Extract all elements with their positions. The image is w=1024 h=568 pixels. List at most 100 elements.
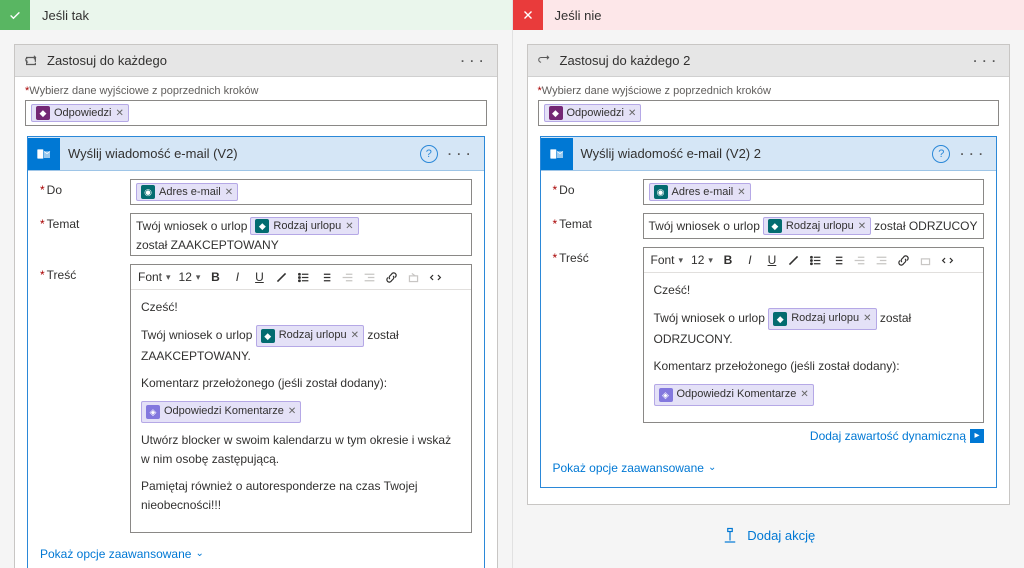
show-advanced[interactable]: Pokaż opcje zaawansowane ⌄ bbox=[40, 541, 472, 565]
dynamic-content[interactable]: Dodaj zawartość dynamiczną ▸ bbox=[643, 423, 985, 447]
bullets-button[interactable] bbox=[294, 268, 312, 286]
apply-to-each-card: Zastosuj do każdego · · · *Wybierz dane … bbox=[14, 44, 498, 568]
send-email-header[interactable]: Wyślij wiadomość e-mail (V2) ? · · · bbox=[28, 137, 484, 171]
send-email-header[interactable]: Wyślij wiadomość e-mail (V2) 2 ? · · · bbox=[541, 137, 997, 171]
subject-input[interactable]: Twój wniosek o urlop ◆ Rodzaj urlopu ✕ z… bbox=[130, 213, 472, 256]
token-email[interactable]: ◉ Adres e-mail ✕ bbox=[649, 183, 751, 201]
color-button[interactable] bbox=[785, 251, 803, 269]
clear-button[interactable] bbox=[404, 268, 422, 286]
token-leave-type[interactable]: ◆ Rodzaj urlopu ✕ bbox=[256, 325, 364, 347]
bold-button[interactable]: B bbox=[206, 268, 224, 286]
token-leave-type[interactable]: ◆ Rodzaj urlopu ✕ bbox=[250, 217, 358, 235]
outlook-icon bbox=[541, 138, 573, 170]
to-label: *Do bbox=[553, 179, 643, 197]
forms-icon: ◆ bbox=[773, 312, 787, 326]
more-menu[interactable]: · · · bbox=[444, 143, 476, 165]
subject-label: *Temat bbox=[553, 213, 643, 231]
subject-input[interactable]: Twój wniosek o urlop ◆ Rodzaj urlopu ✕ z… bbox=[643, 213, 985, 239]
branch-yes-header: Jeśli tak bbox=[0, 0, 512, 30]
underline-button[interactable]: U bbox=[250, 268, 268, 286]
send-email-title: Wyślij wiadomość e-mail (V2) bbox=[68, 146, 420, 161]
prevsteps-input[interactable]: ◆ Odpowiedzi ✕ bbox=[538, 100, 1000, 126]
send-email-card: Wyślij wiadomość e-mail (V2) ? · · · *Do bbox=[27, 136, 485, 568]
clear-button[interactable] bbox=[917, 251, 935, 269]
indent-button[interactable] bbox=[873, 251, 891, 269]
dynamic-icon: ▸ bbox=[970, 429, 984, 443]
token-remove[interactable]: ✕ bbox=[863, 311, 871, 327]
font-select[interactable]: Font bbox=[136, 269, 173, 285]
branch-yes: Jeśli tak Zastosuj do każdego · · · *Wyb… bbox=[0, 0, 513, 568]
code-button[interactable] bbox=[939, 251, 957, 269]
apply-to-each-card: Zastosuj do każdego 2 · · · *Wybierz dan… bbox=[527, 44, 1011, 505]
show-advanced[interactable]: Pokaż opcje zaawansowane ⌄ bbox=[553, 455, 985, 479]
token-email[interactable]: ◉ Adres e-mail ✕ bbox=[136, 183, 238, 201]
help-icon[interactable]: ? bbox=[420, 145, 438, 163]
token-remove[interactable]: ✕ bbox=[351, 328, 359, 344]
person-icon: ◉ bbox=[654, 185, 668, 199]
chevron-down-icon: ⌄ bbox=[195, 548, 203, 559]
size-select[interactable]: 12 bbox=[177, 269, 203, 285]
more-menu[interactable]: · · · bbox=[956, 143, 988, 165]
subject-label: *Temat bbox=[40, 213, 130, 231]
token-responses[interactable]: ◆ Odpowiedzi ✕ bbox=[544, 104, 642, 122]
send-email-card: Wyślij wiadomość e-mail (V2) 2 ? · · · *… bbox=[540, 136, 998, 488]
forms-icon: ◆ bbox=[549, 106, 563, 120]
font-select[interactable]: Font bbox=[649, 252, 686, 268]
body-label: *Treść bbox=[40, 264, 130, 282]
branch-no: Jeśli nie Zastosuj do każdego 2 · · · *W… bbox=[513, 0, 1024, 568]
token-leave-type[interactable]: ◆ Rodzaj urlopu ✕ bbox=[763, 217, 871, 235]
bullets-button[interactable] bbox=[807, 251, 825, 269]
token-remove[interactable]: ✕ bbox=[115, 108, 123, 119]
italic-button[interactable]: I bbox=[741, 251, 759, 269]
branch-no-header: Jeśli nie bbox=[513, 0, 1024, 30]
token-leave-type[interactable]: ◆ Rodzaj urlopu ✕ bbox=[768, 308, 876, 330]
code-button[interactable] bbox=[426, 268, 444, 286]
help-icon[interactable]: ? bbox=[932, 145, 950, 163]
token-remove[interactable]: ✕ bbox=[345, 221, 353, 232]
link-button[interactable] bbox=[382, 268, 400, 286]
numbers-button[interactable] bbox=[316, 268, 334, 286]
forms-icon: ◆ bbox=[255, 219, 269, 233]
token-responses[interactable]: ◆ Odpowiedzi ✕ bbox=[31, 104, 129, 122]
token-remove[interactable]: ✕ bbox=[858, 221, 866, 232]
token-remove[interactable]: ✕ bbox=[225, 187, 233, 198]
link-button[interactable] bbox=[895, 251, 913, 269]
add-action-button[interactable]: Dodaj akcję bbox=[527, 515, 1011, 557]
color-button[interactable] bbox=[272, 268, 290, 286]
prevsteps-input[interactable]: ◆ Odpowiedzi ✕ bbox=[25, 100, 487, 126]
more-menu[interactable]: · · · bbox=[457, 50, 489, 72]
italic-button[interactable]: I bbox=[228, 268, 246, 286]
indent-button[interactable] bbox=[360, 268, 378, 286]
body-editor: Font 12 B I U bbox=[643, 247, 985, 423]
token-comment[interactable]: ◈ Odpowiedzi Komentarze ✕ bbox=[141, 401, 301, 423]
approval-icon: ◈ bbox=[659, 388, 673, 402]
body-label: *Treść bbox=[553, 247, 643, 265]
body-content[interactable]: Cześć! Twój wniosek o urlop ◆ Rodzaj url… bbox=[644, 273, 984, 422]
apply-to-each-header[interactable]: Zastosuj do każdego 2 · · · bbox=[528, 45, 1010, 77]
more-menu[interactable]: · · · bbox=[969, 50, 1001, 72]
branch-yes-label: Jeśli tak bbox=[42, 8, 89, 23]
token-comment[interactable]: ◈ Odpowiedzi Komentarze ✕ bbox=[654, 384, 814, 406]
token-remove[interactable]: ✕ bbox=[737, 187, 745, 198]
bold-button[interactable]: B bbox=[719, 251, 737, 269]
close-icon bbox=[513, 0, 543, 30]
token-remove[interactable]: ✕ bbox=[288, 404, 296, 420]
prevsteps-label: *Wybierz dane wyjściowe z poprzednich kr… bbox=[538, 85, 1000, 97]
forms-icon: ◆ bbox=[768, 219, 782, 233]
size-select[interactable]: 12 bbox=[689, 252, 715, 268]
chevron-down-icon: ⌄ bbox=[708, 462, 716, 473]
forms-icon: ◆ bbox=[36, 106, 50, 120]
outdent-button[interactable] bbox=[851, 251, 869, 269]
numbers-button[interactable] bbox=[829, 251, 847, 269]
to-input[interactable]: ◉ Adres e-mail ✕ bbox=[643, 179, 985, 205]
apply-to-each-header[interactable]: Zastosuj do każdego · · · bbox=[15, 45, 497, 77]
to-input[interactable]: ◉ Adres e-mail ✕ bbox=[130, 179, 472, 205]
underline-button[interactable]: U bbox=[763, 251, 781, 269]
loop-icon bbox=[15, 45, 47, 77]
token-remove[interactable]: ✕ bbox=[800, 387, 808, 403]
body-content[interactable]: Cześć! Twój wniosek o urlop ◆ Rodzaj url… bbox=[131, 290, 471, 532]
condition-branches: Jeśli tak Zastosuj do każdego · · · *Wyb… bbox=[0, 0, 1024, 568]
editor-toolbar: Font 12 B I U bbox=[644, 248, 984, 273]
token-remove[interactable]: ✕ bbox=[628, 108, 636, 119]
outdent-button[interactable] bbox=[338, 268, 356, 286]
